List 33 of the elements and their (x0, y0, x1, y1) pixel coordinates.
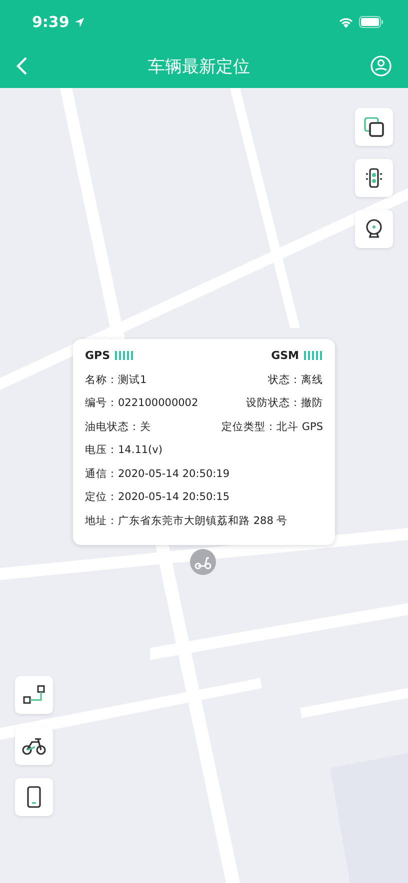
signal-bars-icon (304, 351, 323, 360)
camera-icon (363, 218, 385, 240)
scooter-marker-icon (189, 548, 217, 576)
layers-icon (363, 116, 385, 138)
info-field: 电压：14.11(v) (85, 443, 162, 458)
camera-button[interactable] (355, 210, 393, 248)
page-title: 车辆最新定位 (148, 56, 250, 78)
gsm-label: GSM (271, 349, 299, 362)
status-time: 9:39 (32, 13, 70, 31)
info-field: 油电状态：关 (85, 420, 151, 434)
info-field: 名称：测试1 (85, 372, 147, 387)
traffic-light-button[interactable] (355, 159, 393, 197)
signal-bars-icon (115, 351, 134, 360)
layers-button[interactable] (355, 108, 393, 146)
info-field: 设防状态：撤防 (246, 396, 323, 410)
info-field: 通信：2020-05-14 20:50:19 (85, 466, 230, 481)
traffic-light-icon (363, 167, 385, 189)
battery-icon (359, 16, 384, 28)
info-field: 编号：022100000002 (85, 396, 198, 410)
info-field: 地址：广东省东莞市大朗镇荔和路 288 号 (85, 514, 288, 528)
info-field: 状态：离线 (268, 372, 323, 387)
bicycle-icon (21, 735, 47, 757)
person-circle-icon (370, 55, 392, 77)
gps-label: GPS (85, 349, 110, 362)
bicycle-button[interactable] (15, 727, 53, 765)
wifi-icon (338, 16, 354, 28)
phone-button[interactable] (15, 778, 53, 816)
info-field: 定位：2020-05-14 20:50:15 (85, 490, 230, 504)
info-field: 定位类型：北斗 GPS (222, 420, 323, 434)
route-icon (22, 684, 46, 706)
route-button[interactable] (15, 676, 53, 714)
back-icon (16, 56, 28, 76)
location-arrow-icon (74, 16, 86, 28)
